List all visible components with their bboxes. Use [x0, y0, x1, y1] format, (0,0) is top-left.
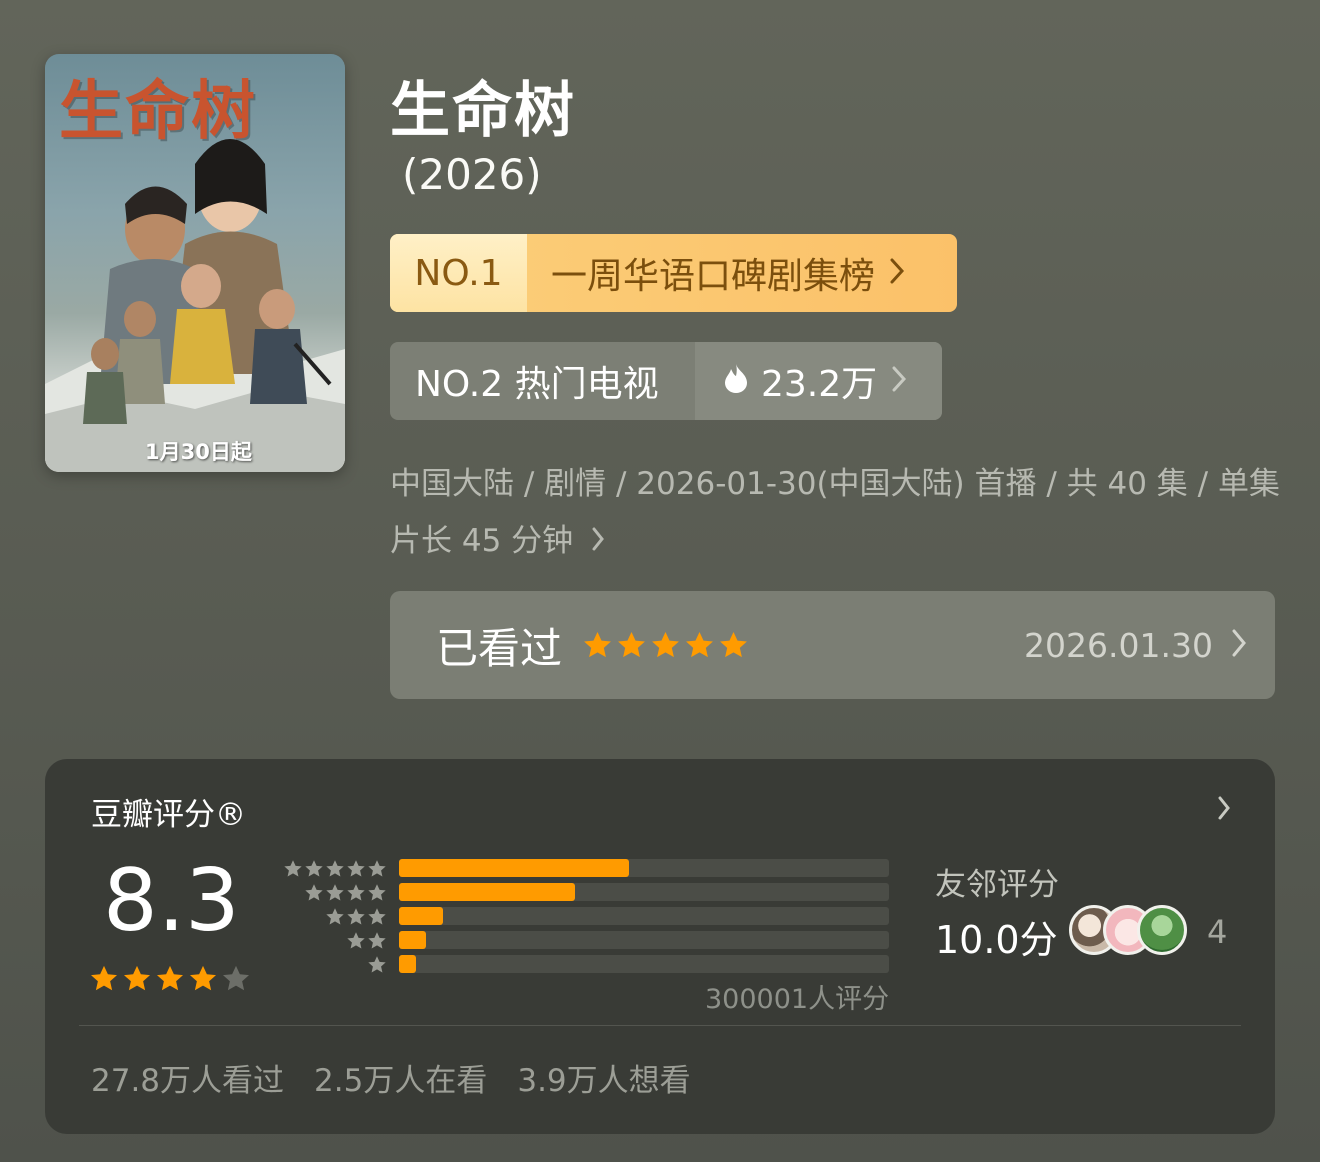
star-icon — [368, 932, 386, 949]
distribution-row — [279, 955, 387, 975]
star-icon — [347, 932, 365, 949]
distribution-stars — [283, 859, 387, 879]
star-icon — [347, 908, 365, 925]
ranking-badge-primary[interactable]: NO.1 一周华语口碑剧集榜 — [390, 234, 957, 312]
chevron-right-icon — [1231, 628, 1247, 662]
star-icon — [305, 884, 323, 901]
distribution-stars — [325, 907, 387, 927]
star-icon — [124, 965, 150, 991]
star-icon — [368, 860, 386, 877]
star-icon — [157, 965, 183, 991]
star-icon — [326, 860, 344, 877]
page-title: 生命树 — [390, 76, 576, 146]
poster-date-text: 1月30日起 — [145, 440, 252, 464]
avatar — [1137, 905, 1187, 955]
stat-want[interactable]: 3.9万人想看 — [517, 1055, 690, 1100]
star-icon — [368, 908, 386, 925]
distribution-bar — [399, 883, 575, 901]
watched-label: 已看过 — [436, 623, 563, 673]
ranking-label: 一周华语口碑剧集榜 — [551, 256, 876, 297]
meta-text: 中国大陆 / 剧情 / 2026-01-30(中国大陆) 首播 / 共 40 集… — [390, 466, 1280, 559]
ranking-number: NO.1 — [390, 234, 527, 312]
star-icon — [190, 965, 216, 991]
score-stars — [89, 964, 251, 994]
distribution-bar-track — [399, 907, 889, 925]
poster-title-art: 生命树 — [59, 74, 257, 149]
distribution-stars — [367, 955, 387, 975]
star-icon — [618, 631, 645, 657]
flame-icon — [723, 361, 749, 402]
douban-rating-title: 豆瓣评分® — [91, 797, 246, 833]
star-icon — [584, 631, 611, 657]
ratings-count: 300001人评分 — [705, 984, 890, 1015]
release-year: (2026) — [402, 150, 542, 199]
distribution-bar-track — [399, 931, 889, 949]
star-icon — [305, 860, 323, 877]
poster-image[interactable]: 生命树 1月30日起 — [45, 54, 345, 472]
distribution-bar-track — [399, 883, 889, 901]
distribution-bar — [399, 955, 416, 973]
distribution-row — [279, 883, 387, 903]
show-meta-info[interactable]: 中国大陆 / 剧情 / 2026-01-30(中国大陆) 首播 / 共 40 集… — [390, 456, 1290, 571]
chevron-right-icon — [591, 514, 605, 571]
distribution-bar — [399, 859, 629, 877]
watched-date: 2026.01.30 — [1024, 625, 1213, 665]
distribution-bar — [399, 931, 426, 949]
my-rating-stars — [582, 630, 749, 661]
distribution-row — [279, 907, 387, 927]
star-icon — [284, 860, 302, 877]
distribution-stars — [304, 883, 387, 903]
ranking-label-wrap: 一周华语口碑剧集榜 — [527, 234, 957, 312]
distribution-bar-track — [399, 955, 889, 973]
friend-avatars[interactable] — [1069, 905, 1187, 955]
star-icon — [326, 884, 344, 901]
star-icon — [326, 908, 344, 925]
friends-count: 4 — [1207, 913, 1228, 951]
heat-value: 23.2万 — [761, 364, 878, 405]
chevron-right-icon — [1217, 795, 1231, 825]
star-icon — [223, 965, 249, 991]
distribution-row — [279, 859, 387, 879]
chevron-right-icon — [891, 361, 907, 402]
douban-score: 8.3 — [103, 851, 240, 951]
star-icon — [368, 884, 386, 901]
distribution-stars — [346, 931, 387, 951]
chevron-right-icon — [889, 253, 905, 294]
heat-value-wrap: 23.2万 — [695, 342, 942, 420]
star-icon — [720, 631, 747, 657]
star-icon — [347, 860, 365, 877]
star-icon — [368, 956, 386, 973]
ranking-badge-secondary[interactable]: NO.2 热门电视 23.2万 — [390, 342, 942, 420]
douban-rating-card[interactable]: 豆瓣评分® 8.3 300001人评分 友邻评分 10.0分 4 27.8万人看… — [45, 759, 1275, 1134]
watched-status-row[interactable]: 已看过 2026.01.30 — [390, 591, 1275, 699]
hot-tv-rank: NO.2 热门电视 — [415, 364, 659, 405]
friends-rating-score: 10.0分 — [935, 918, 1058, 962]
friends-rating-label: 友邻评分 — [935, 867, 1059, 903]
stat-watching[interactable]: 2.5万人在看 — [314, 1055, 487, 1100]
star-icon — [686, 631, 713, 657]
audience-stats: 27.8万人看过 2.5万人在看 3.9万人想看 — [91, 1055, 691, 1100]
star-icon — [347, 884, 365, 901]
distribution-bar-track — [399, 859, 889, 877]
distribution-bar — [399, 907, 443, 925]
star-icon — [652, 631, 679, 657]
distribution-row — [279, 931, 387, 951]
stat-watched[interactable]: 27.8万人看过 — [91, 1055, 284, 1100]
star-icon — [91, 965, 117, 991]
divider — [79, 1025, 1241, 1026]
